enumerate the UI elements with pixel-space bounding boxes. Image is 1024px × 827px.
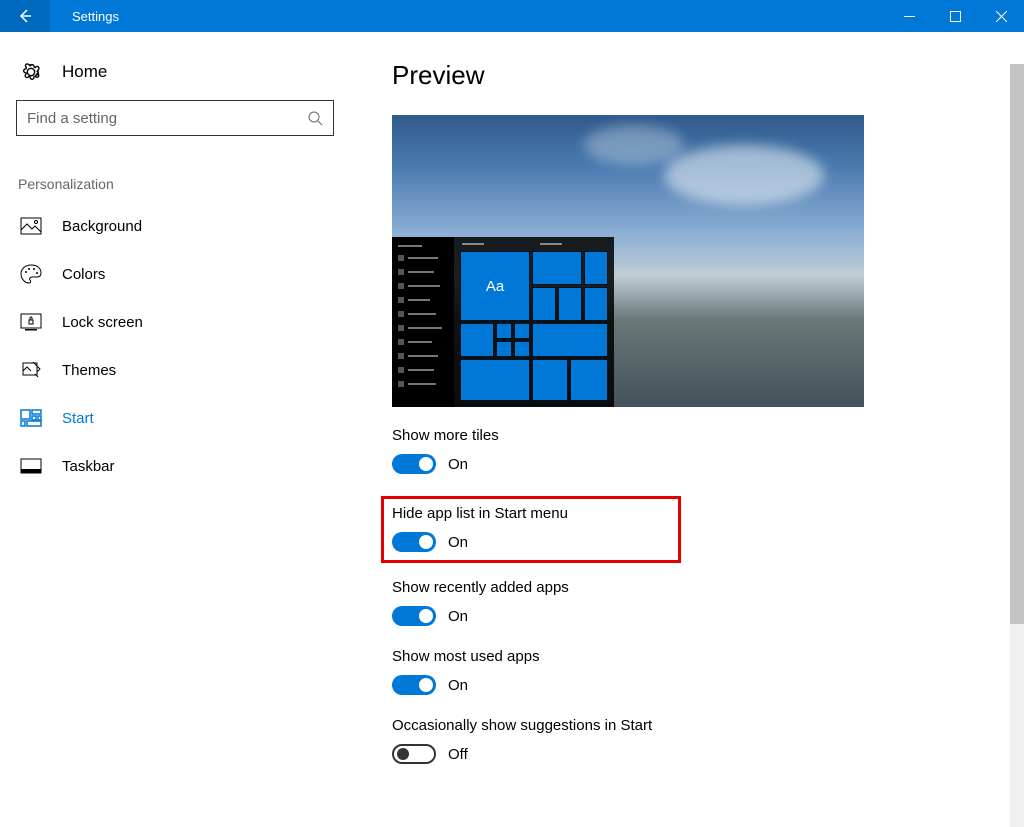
setting-label: Show more tiles — [392, 427, 982, 444]
setting-label: Hide app list in Start menu — [392, 505, 670, 522]
taskbar-icon — [20, 456, 42, 476]
sidebar-item-label: Lock screen — [62, 314, 143, 331]
toggle-state: On — [448, 677, 468, 694]
maximize-button[interactable] — [932, 0, 978, 32]
sidebar-item-lock-screen[interactable]: Lock screen — [16, 298, 334, 346]
toggle-state: On — [448, 456, 468, 473]
gear-icon — [20, 62, 42, 82]
preview-app-list — [392, 237, 454, 407]
sidebar-item-taskbar[interactable]: Taskbar — [16, 442, 334, 490]
minimize-icon — [904, 11, 915, 22]
close-icon — [996, 11, 1007, 22]
toggle-switch[interactable] — [392, 606, 436, 626]
scrollbar[interactable] — [1010, 64, 1024, 827]
maximize-icon — [950, 11, 961, 22]
sidebar-item-start[interactable]: Start — [16, 394, 334, 442]
sidebar-item-label: Taskbar — [62, 458, 115, 475]
home-link[interactable]: Home — [16, 58, 334, 100]
sidebar-item-label: Themes — [62, 362, 116, 379]
themes-icon — [20, 360, 42, 380]
sidebar-item-label: Background — [62, 218, 142, 235]
sidebar-item-background[interactable]: Background — [16, 202, 334, 250]
setting-label: Occasionally show suggestions in Start — [392, 717, 982, 734]
toggle-switch[interactable] — [392, 454, 436, 474]
sidebar-item-themes[interactable]: Themes — [16, 346, 334, 394]
setting-row: Occasionally show suggestions in Start Of… — [392, 717, 982, 764]
toggle-state: On — [448, 534, 468, 551]
search-icon — [307, 110, 323, 126]
start-tiles-icon — [20, 408, 42, 428]
picture-icon — [20, 216, 42, 236]
preview-start-overlay: Aa — [392, 237, 614, 407]
close-button[interactable] — [978, 0, 1024, 32]
lock-screen-icon — [20, 312, 42, 332]
toggle-switch[interactable] — [392, 532, 436, 552]
back-button[interactable] — [0, 0, 50, 32]
settings-list: Show more tiles On Hide app list in Start … — [392, 427, 982, 764]
setting-row: Hide app list in Start menu On — [381, 496, 681, 563]
scrollbar-thumb[interactable] — [1010, 64, 1024, 624]
window-title: Settings — [50, 9, 119, 24]
sidebar-item-colors[interactable]: Colors — [16, 250, 334, 298]
setting-label: Show recently added apps — [392, 579, 982, 596]
arrow-left-icon — [17, 8, 33, 24]
setting-row: Show most used apps On — [392, 648, 982, 695]
toggle-state: Off — [448, 746, 468, 763]
palette-icon — [20, 264, 42, 284]
minimize-button[interactable] — [886, 0, 932, 32]
window-controls — [886, 0, 1024, 32]
home-label: Home — [62, 62, 107, 82]
titlebar: Settings — [0, 0, 1024, 32]
setting-label: Show most used apps — [392, 648, 982, 665]
preview-tile-label: Aa — [486, 278, 504, 295]
main-content: Preview — [350, 32, 1024, 827]
search-input[interactable]: Find a setting — [16, 100, 334, 136]
preview-tiles: Aa — [454, 237, 614, 407]
section-header: Personalization — [16, 176, 334, 202]
sidebar-item-label: Colors — [62, 266, 105, 283]
search-placeholder: Find a setting — [27, 110, 307, 127]
toggle-switch[interactable] — [392, 675, 436, 695]
toggle-state: On — [448, 608, 468, 625]
preview-image: Aa — [392, 115, 864, 407]
page-title: Preview — [392, 60, 982, 91]
sidebar: Home Find a setting Personalization Back… — [0, 32, 350, 827]
toggle-switch[interactable] — [392, 744, 436, 764]
setting-row: Show recently added apps On — [392, 579, 982, 626]
sidebar-item-label: Start — [62, 410, 94, 427]
setting-row: Show more tiles On — [392, 427, 982, 474]
